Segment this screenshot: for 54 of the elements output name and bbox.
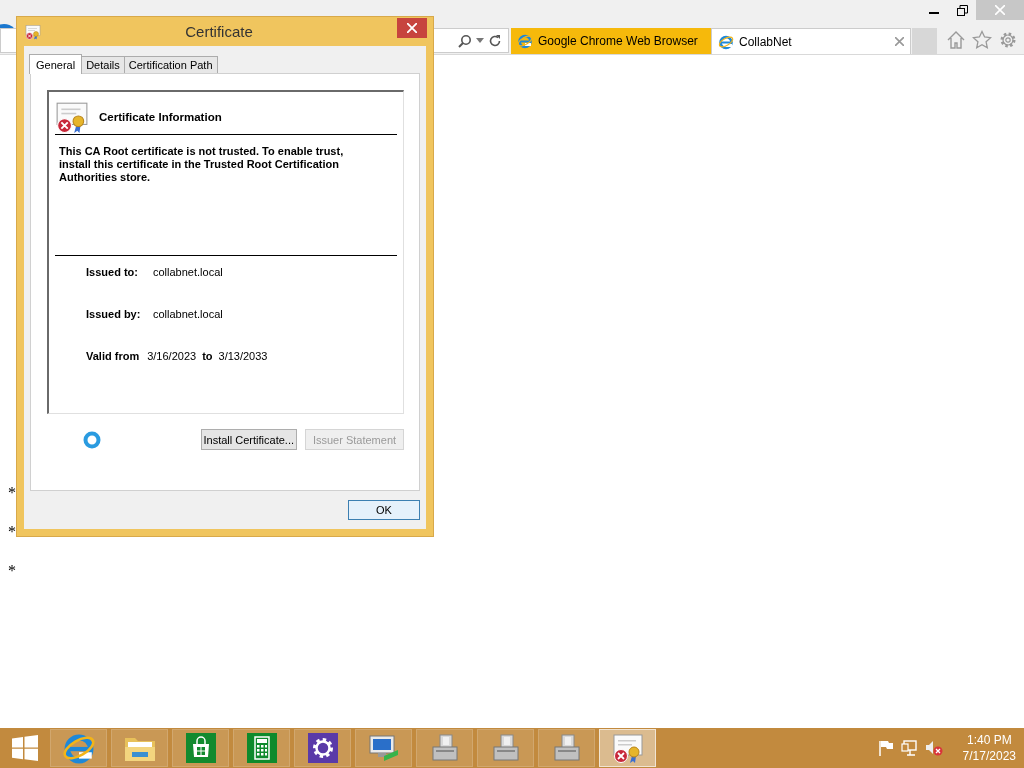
volume-muted-icon[interactable] — [924, 740, 943, 756]
restore-icon[interactable] — [956, 4, 968, 16]
browser-logo-icon — [718, 33, 734, 50]
dialog-tab[interactable]: General — [29, 54, 83, 74]
taskbar-button[interactable] — [111, 729, 168, 767]
caret-icon[interactable] — [476, 37, 484, 44]
home-icon[interactable] — [946, 30, 966, 50]
dialog-tab[interactable]: Certification Path — [123, 56, 218, 73]
server-icon — [429, 733, 460, 763]
windows-logo-icon[interactable] — [12, 735, 38, 761]
browser-tab[interactable]: CollabNet — [711, 28, 911, 54]
dialog-title: Certificate — [185, 23, 253, 40]
star-icon[interactable] — [972, 30, 992, 50]
field-value: 3/13/2033 — [218, 350, 268, 362]
dialog-button[interactable]: Install Certificate... — [200, 429, 297, 450]
network-computer-icon — [367, 734, 400, 762]
taskbar-button[interactable] — [355, 729, 412, 767]
info-title: Certificate Information — [99, 111, 222, 123]
field-label: Issued to: — [86, 266, 139, 278]
close-icon[interactable] — [407, 23, 417, 33]
browser-tab[interactable]: Google Chrome Web Browser — [511, 28, 711, 54]
field-value: collabnet.local — [153, 266, 223, 278]
bullet-text: * — [8, 562, 16, 579]
taskbar-button[interactable] — [294, 729, 351, 767]
calculator-icon — [246, 733, 277, 763]
settings-icon[interactable] — [998, 30, 1018, 50]
trust-message: This CA Root certificate is not trusted. To enable trust, install this certificate in the Trusted Root Certification Authorities store. — [55, 135, 397, 256]
certificate-icon — [25, 23, 41, 40]
search-icon[interactable] — [458, 33, 472, 48]
bullet-text: * — [8, 523, 16, 540]
ok-button[interactable]: OK — [348, 500, 420, 520]
taskbar-button[interactable] — [233, 729, 290, 767]
taskbar-button[interactable] — [172, 729, 229, 767]
field-value: collabnet.local — [153, 308, 223, 320]
server-icon — [551, 733, 582, 763]
settings-icon — [307, 733, 338, 763]
taskbar-button[interactable] — [599, 729, 656, 767]
browser-logo-icon — [517, 33, 533, 49]
refresh-icon[interactable] — [488, 33, 502, 48]
dialog-tab[interactable]: Details — [81, 56, 125, 73]
flag-icon[interactable] — [878, 740, 893, 756]
bullet-text: * — [8, 484, 16, 501]
busy-cursor-icon — [83, 431, 101, 449]
store-icon — [185, 733, 216, 763]
field-label: Valid from — [86, 350, 140, 362]
close-button[interactable] — [397, 18, 427, 38]
server-icon — [490, 733, 521, 763]
network-icon[interactable] — [900, 740, 917, 756]
certificate-error-icon — [55, 100, 89, 134]
field-label: Issued by: — [86, 308, 142, 320]
certificate-icon — [611, 732, 644, 764]
field-value: 3/16/2023 — [147, 350, 197, 362]
close-tab-icon[interactable] — [895, 37, 904, 46]
field-label: to — [202, 350, 213, 362]
